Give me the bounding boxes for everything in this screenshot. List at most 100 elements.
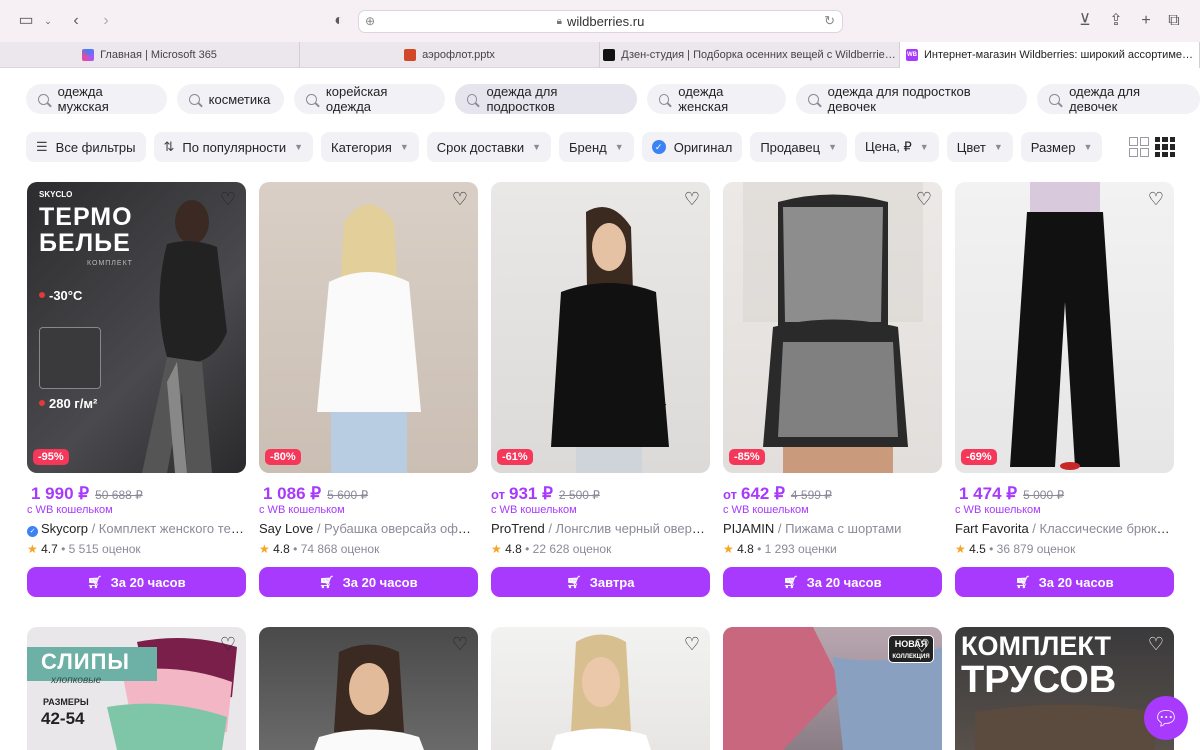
- original-filter[interactable]: ✓ Оригинал: [641, 132, 743, 162]
- reload-icon[interactable]: ↻: [824, 13, 835, 29]
- sort-dropdown[interactable]: ⇅ По популярности ▼: [153, 132, 314, 162]
- search-icon: [466, 93, 478, 105]
- button-label: Завтра: [589, 574, 635, 590]
- chevron-down-icon: ▼: [993, 142, 1003, 152]
- old-price: 5 000 ₽: [1023, 488, 1065, 502]
- search-icon: [306, 93, 317, 105]
- discount-badge: -80%: [265, 449, 301, 465]
- chevron-down-icon[interactable]: ⌄: [38, 11, 58, 31]
- product-photo[interactable]: ♡ -85%: [723, 182, 942, 473]
- favorite-heart-icon[interactable]: ♡: [218, 190, 238, 208]
- favorite-heart-icon[interactable]: ♡: [218, 635, 238, 653]
- model-silhouette: [551, 207, 669, 473]
- download-icon[interactable]: ⊻: [1075, 11, 1095, 31]
- product-photo[interactable]: КОМПЛЕКТ ТРУСОВ ♡: [955, 627, 1174, 750]
- old-price: 50 688 ₽: [95, 488, 143, 502]
- search-chip[interactable]: одежда женская: [646, 84, 787, 114]
- new-tab-icon[interactable]: +: [1136, 11, 1156, 31]
- color-filter[interactable]: Цвет ▼: [946, 132, 1013, 162]
- chat-support-button[interactable]: 💬︎: [1144, 696, 1188, 740]
- shield-icon[interactable]: ◐: [329, 11, 349, 31]
- search-icon: [658, 93, 670, 105]
- chip-label: одежда для подростков девочек: [827, 84, 971, 114]
- product-rating: ★ 4.8 • 74 868 оценок: [259, 542, 380, 556]
- old-price: 5 600 ₽: [327, 488, 369, 502]
- product-name[interactable]: Fart Favorita / Классические брюки палац…: [955, 521, 1174, 536]
- product-name[interactable]: ✓Skycorp / Комплект женского термобелья: [27, 521, 246, 537]
- chevron-down-icon: ▼: [614, 142, 624, 152]
- discount-badge: -69%: [961, 449, 997, 465]
- delivery-filter[interactable]: Срок доставки ▼: [426, 132, 552, 162]
- share-icon[interactable]: ⇪: [1106, 11, 1126, 31]
- category-filter[interactable]: Категория ▼: [321, 132, 419, 162]
- favorite-heart-icon[interactable]: ♡: [912, 637, 932, 655]
- favorite-heart-icon[interactable]: ♡: [914, 190, 934, 208]
- favorite-heart-icon[interactable]: ♡: [450, 190, 470, 208]
- tab-label: аэрофлот.pptx: [422, 49, 495, 61]
- price-row: 1 990 ₽ 50 688 ₽: [27, 484, 143, 504]
- product-photo[interactable]: ♡ -80%: [259, 182, 478, 473]
- add-to-cart-button[interactable]: 🛒︎ За 20 часов: [955, 567, 1174, 597]
- product-rating: ★ 4.8 • 22 628 оценок: [491, 542, 612, 556]
- all-filters-button[interactable]: ☰ Все фильтры: [26, 132, 146, 162]
- browser-toolbar: ▭ ⌄ ‹ › ◐ ⊕ 🔒︎ wildberries.ru ↻ ⊻ ⇪ + ⧉: [0, 0, 1200, 42]
- product-photo[interactable]: СЛИПЫ хлопковые РАЗМЕРЫ 42-54 ♡: [27, 627, 246, 750]
- product-photo[interactable]: ♡ -69%: [955, 182, 1174, 473]
- add-to-cart-button[interactable]: 🛒︎ За 20 часов: [27, 567, 246, 597]
- product-photo[interactable]: ♡: [491, 627, 710, 750]
- search-chip[interactable]: косметика: [176, 84, 285, 114]
- button-label: За 20 часов: [342, 574, 418, 590]
- price-prefix: от: [491, 487, 505, 502]
- promo-subtitle: ТРУСОВ: [961, 659, 1117, 701]
- favorite-heart-icon[interactable]: ♡: [682, 190, 702, 208]
- tab-aeroflot[interactable]: аэрофлот.pptx: [300, 42, 600, 68]
- chip-label: одежда женская: [678, 84, 729, 114]
- add-to-cart-button[interactable]: 🛒︎ Завтра: [491, 567, 710, 597]
- promo-sizes: 42-54: [41, 709, 85, 728]
- chevron-down-icon: ▼: [294, 142, 304, 152]
- filter-label: Все фильтры: [55, 139, 136, 155]
- seller-filter[interactable]: Продавец ▼: [750, 132, 848, 162]
- product-name[interactable]: Say Love / Рубашка оверсайз офисная: [259, 521, 478, 536]
- product-photo[interactable]: ♡ -61%: [491, 182, 710, 473]
- price-filter[interactable]: Цена, ₽ ▼: [855, 132, 939, 162]
- tab-dzen[interactable]: Дзен-студия | Подборка осенних вещей с W…: [600, 42, 900, 68]
- chip-label: одежда мужская: [57, 84, 109, 114]
- size-filter[interactable]: Размер ▼: [1020, 132, 1103, 162]
- star-icon: ★: [259, 542, 270, 556]
- forward-icon[interactable]: ›: [96, 11, 116, 31]
- favorite-heart-icon[interactable]: ♡: [450, 635, 470, 653]
- tab-label: Главная | Microsoft 365: [100, 49, 217, 61]
- discount-badge: -95%: [33, 449, 69, 465]
- grid-small-view-icon[interactable]: [1155, 137, 1175, 157]
- search-chip[interactable]: одежда для девочек: [1037, 84, 1200, 114]
- product-photo[interactable]: SKYCLO ТЕРМО БЕЛЬЕ КОМПЛЕКТ -30°C 280 г/м…: [27, 182, 246, 473]
- product-photo[interactable]: ♡: [259, 627, 478, 750]
- add-to-cart-button[interactable]: 🛒︎ За 20 часов: [723, 567, 942, 597]
- add-to-cart-button[interactable]: 🛒︎ За 20 часов: [259, 567, 478, 597]
- favorite-heart-icon[interactable]: ♡: [1146, 190, 1166, 208]
- address-bar[interactable]: ⊕ 🔒︎ wildberries.ru ↻: [358, 10, 843, 33]
- product-photo[interactable]: НОВАЯ КОЛЛЕКЦИЯ ♡: [723, 627, 942, 750]
- sidebar-icon[interactable]: ▭: [16, 11, 36, 31]
- favorite-heart-icon[interactable]: ♡: [1146, 635, 1166, 653]
- tab-wildberries[interactable]: WB Интернет-магазин Wildberries: широкий…: [900, 42, 1200, 68]
- cart-icon: 🛒︎: [1015, 575, 1031, 589]
- product-name[interactable]: ProTrend / Лонгслив черный оверсайз: [491, 521, 710, 536]
- filter-label: По популярности: [182, 139, 287, 155]
- product-name[interactable]: PIJAMIN / Пижама с шортами: [723, 521, 942, 536]
- tab-overview-icon[interactable]: ⧉: [1164, 11, 1184, 31]
- search-chip[interactable]: одежда для подростков девочек: [796, 84, 1028, 114]
- search-chip[interactable]: одежда мужская: [26, 84, 167, 114]
- price-row: от 931 ₽ 2 500 ₽: [491, 484, 600, 504]
- favorite-heart-icon[interactable]: ♡: [682, 635, 702, 653]
- chip-label: корейская одежда: [325, 84, 388, 114]
- search-chip[interactable]: одежда для подростков: [454, 84, 637, 114]
- chip-label: косметика: [208, 91, 271, 107]
- grid-large-view-icon[interactable]: [1129, 137, 1149, 157]
- star-icon: ★: [27, 542, 38, 556]
- brand-filter[interactable]: Бренд ▼: [559, 132, 634, 162]
- search-chip[interactable]: корейская одежда: [294, 84, 445, 114]
- tab-microsoft-365[interactable]: Главная | Microsoft 365: [0, 42, 300, 68]
- back-icon[interactable]: ‹: [66, 11, 86, 31]
